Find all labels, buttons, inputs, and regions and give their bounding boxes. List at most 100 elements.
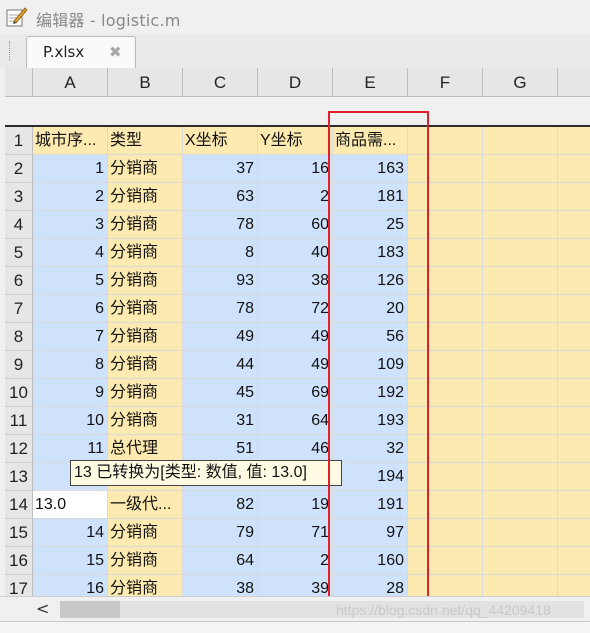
cell-c15[interactable]: 79	[183, 519, 258, 547]
cell-a14[interactable]: 13.0	[33, 491, 108, 519]
cell-g13[interactable]	[483, 463, 558, 491]
cell-h8[interactable]	[558, 323, 590, 351]
cell-a7[interactable]: 6	[33, 295, 108, 323]
cell-g5[interactable]	[483, 239, 558, 267]
cell-g12[interactable]	[483, 435, 558, 463]
scroll-left-arrow-icon[interactable]: <	[36, 599, 49, 618]
cell-g1[interactable]	[483, 127, 558, 155]
cell-d6[interactable]: 38	[258, 267, 333, 295]
row-header[interactable]: 17	[5, 575, 33, 596]
cell-h11[interactable]	[558, 407, 590, 435]
cell-b15[interactable]: 分销商	[108, 519, 183, 547]
row-header[interactable]: 12	[5, 435, 33, 463]
cell-a2[interactable]: 1	[33, 155, 108, 183]
tab-p-xlsx[interactable]: P.xlsx ✖	[26, 36, 136, 68]
cell-h5[interactable]	[558, 239, 590, 267]
cell-c3[interactable]: 63	[183, 183, 258, 211]
cell-a4[interactable]: 3	[33, 211, 108, 239]
cell-b16[interactable]: 分销商	[108, 547, 183, 575]
column-header-stub[interactable]	[558, 68, 590, 97]
cell-g2[interactable]	[483, 155, 558, 183]
row-header[interactable]: 8	[5, 323, 33, 351]
cell-d2[interactable]: 16	[258, 155, 333, 183]
cell-c7[interactable]: 78	[183, 295, 258, 323]
cell-b7[interactable]: 分销商	[108, 295, 183, 323]
cell-c14[interactable]: 82	[183, 491, 258, 519]
cell-g8[interactable]	[483, 323, 558, 351]
cell-h16[interactable]	[558, 547, 590, 575]
cell-b12[interactable]: 总代理	[108, 435, 183, 463]
cell-a17[interactable]: 16	[33, 575, 108, 596]
cell-a11[interactable]: 10	[33, 407, 108, 435]
cell-b8[interactable]: 分销商	[108, 323, 183, 351]
cell-c5[interactable]: 8	[183, 239, 258, 267]
row-header[interactable]: 2	[5, 155, 33, 183]
cell-a16[interactable]: 15	[33, 547, 108, 575]
cell-a9[interactable]: 8	[33, 351, 108, 379]
cell-g14[interactable]	[483, 491, 558, 519]
cell-b11[interactable]: 分销商	[108, 407, 183, 435]
cell-a15[interactable]: 14	[33, 519, 108, 547]
close-icon[interactable]: ✖	[109, 43, 122, 61]
cell-h1[interactable]	[558, 127, 590, 155]
select-all-corner[interactable]	[5, 68, 33, 97]
column-header-c[interactable]: C	[183, 68, 258, 97]
cell-d9[interactable]: 49	[258, 351, 333, 379]
column-header-a[interactable]: A	[33, 68, 108, 97]
cell-c9[interactable]: 44	[183, 351, 258, 379]
cell-a3[interactable]: 2	[33, 183, 108, 211]
cell-d16[interactable]: 2	[258, 547, 333, 575]
cell-h4[interactable]	[558, 211, 590, 239]
cell-d1[interactable]: Y坐标	[258, 127, 333, 155]
row-header[interactable]: 5	[5, 239, 33, 267]
column-header-b[interactable]: B	[108, 68, 183, 97]
cell-h14[interactable]	[558, 491, 590, 519]
cell-d7[interactable]: 72	[258, 295, 333, 323]
row-header[interactable]: 3	[5, 183, 33, 211]
row-header[interactable]: 4	[5, 211, 33, 239]
row-header[interactable]: 13	[5, 463, 33, 491]
cell-g7[interactable]	[483, 295, 558, 323]
cell-g9[interactable]	[483, 351, 558, 379]
cell-d5[interactable]: 40	[258, 239, 333, 267]
cell-c16[interactable]: 64	[183, 547, 258, 575]
cell-b14[interactable]: 一级代...	[108, 491, 183, 519]
cell-d10[interactable]: 69	[258, 379, 333, 407]
row-header[interactable]: 16	[5, 547, 33, 575]
tab-strip-grip[interactable]	[9, 41, 13, 61]
cell-g6[interactable]	[483, 267, 558, 295]
row-header[interactable]: 10	[5, 379, 33, 407]
cell-h7[interactable]	[558, 295, 590, 323]
cell-d15[interactable]: 71	[258, 519, 333, 547]
cell-c4[interactable]: 78	[183, 211, 258, 239]
cell-d3[interactable]: 2	[258, 183, 333, 211]
cell-a1[interactable]: 城市序...	[33, 127, 108, 155]
row-header[interactable]: 7	[5, 295, 33, 323]
cell-h3[interactable]	[558, 183, 590, 211]
cell-b10[interactable]: 分销商	[108, 379, 183, 407]
row-header[interactable]: 6	[5, 267, 33, 295]
column-header-e[interactable]: E	[333, 68, 408, 97]
cell-c17[interactable]: 38	[183, 575, 258, 596]
tab-label[interactable]: P.xlsx	[43, 43, 84, 61]
cell-d12[interactable]: 46	[258, 435, 333, 463]
scroll-thumb[interactable]	[60, 601, 120, 618]
cell-g15[interactable]	[483, 519, 558, 547]
row-header[interactable]: 15	[5, 519, 33, 547]
row-header[interactable]: 9	[5, 351, 33, 379]
cell-h10[interactable]	[558, 379, 590, 407]
cell-d11[interactable]: 64	[258, 407, 333, 435]
cell-g4[interactable]	[483, 211, 558, 239]
column-header-g[interactable]: G	[483, 68, 558, 97]
cell-c8[interactable]: 49	[183, 323, 258, 351]
cell-d14[interactable]: 19	[258, 491, 333, 519]
cell-h2[interactable]	[558, 155, 590, 183]
spreadsheet-grid[interactable]: A B C D E F G 1 城市序... 类型 X坐标 Y坐标 商品需... 2 1 分销商 37 16 163…	[0, 68, 590, 596]
cell-h13[interactable]	[558, 463, 590, 491]
cell-b5[interactable]: 分销商	[108, 239, 183, 267]
cell-g16[interactable]	[483, 547, 558, 575]
cell-d4[interactable]: 60	[258, 211, 333, 239]
cell-b17[interactable]: 分销商	[108, 575, 183, 596]
cell-g3[interactable]	[483, 183, 558, 211]
cell-c10[interactable]: 45	[183, 379, 258, 407]
